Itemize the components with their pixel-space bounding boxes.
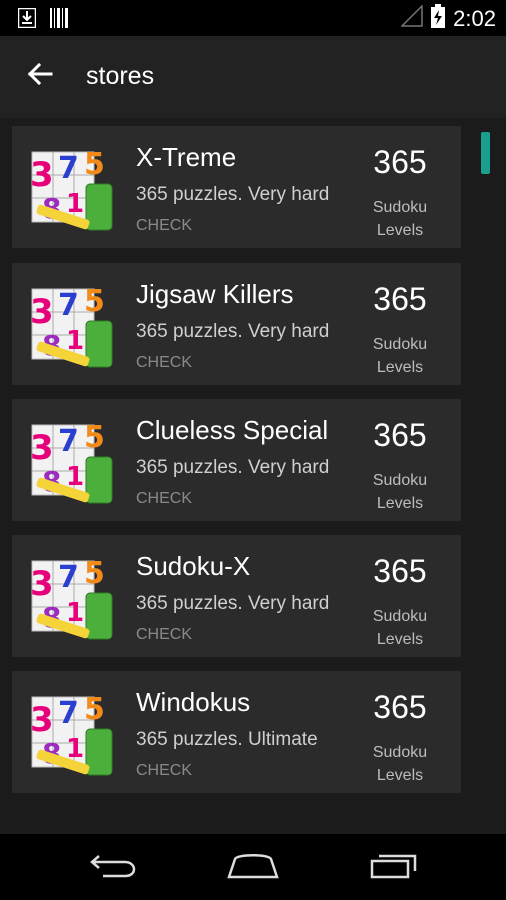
level-count: 365: [373, 689, 427, 725]
check-button[interactable]: CHECK: [136, 762, 192, 780]
page-title: stores: [86, 62, 155, 90]
unit-line-2: Levels: [376, 631, 424, 648]
download-icon: [17, 7, 37, 33]
store-list[interactable]: 3 7 5 8 1 X-Treme 365 puzzles. Very hard…: [0, 118, 506, 834]
svg-text:5: 5: [84, 420, 105, 455]
store-title: Jigsaw Killers: [136, 279, 294, 309]
status-notifications: [17, 7, 68, 33]
store-title: Sudoku-X: [136, 551, 251, 581]
unit-line-2: Levels: [376, 495, 424, 512]
unit-line-1: Sudoku: [372, 199, 428, 216]
level-count: 365: [373, 417, 427, 453]
navigation-bar: [0, 834, 506, 900]
store-description: 365 puzzles. Ultimate: [136, 729, 318, 750]
barcode-icon: [50, 8, 68, 33]
store-title: Windokus: [136, 687, 251, 717]
back-nav-icon: [89, 852, 137, 883]
check-button[interactable]: CHECK: [136, 490, 192, 508]
unit-line-1: Sudoku: [372, 744, 428, 761]
sudoku-app-icon: 3 7 5 8 1: [28, 277, 118, 371]
store-description: 365 puzzles. Very hard: [136, 457, 330, 478]
clock: 2:02: [453, 5, 496, 31]
svg-text:7: 7: [58, 151, 79, 186]
back-button[interactable]: [18, 56, 62, 96]
svg-text:5: 5: [84, 284, 105, 319]
app-bar: stores: [0, 36, 506, 118]
sudoku-app-icon: 3 7 5 8 1: [28, 549, 118, 643]
scrollbar-thumb[interactable]: [481, 132, 490, 174]
level-count: 365: [373, 281, 427, 317]
battery-charging-icon: [431, 4, 446, 33]
level-units: Sudoku Levels: [352, 605, 448, 651]
nav-back-button[interactable]: [77, 846, 149, 888]
signal-icon: [400, 4, 423, 32]
list-item[interactable]: 3 7 5 8 1 Clueless Special 365 puzzles. …: [12, 399, 461, 521]
level-units: Sudoku Levels: [352, 741, 448, 787]
list-item[interactable]: 3 7 5 8 1 Windokus 365 puzzles. Ultimate…: [12, 671, 461, 793]
unit-line-2: Levels: [376, 359, 424, 376]
back-arrow-icon: [27, 62, 53, 90]
svg-text:7: 7: [58, 696, 79, 731]
svg-text:3: 3: [30, 428, 54, 468]
svg-text:5: 5: [84, 556, 105, 591]
svg-text:7: 7: [58, 288, 79, 323]
list-item[interactable]: 3 7 5 8 1 Sudoku-X 365 puzzles. Very har…: [12, 535, 461, 657]
unit-line-2: Levels: [376, 767, 424, 784]
level-units: Sudoku Levels: [352, 196, 448, 242]
status-system: 2:02: [400, 4, 496, 33]
check-button[interactable]: CHECK: [136, 354, 192, 372]
svg-text:7: 7: [58, 560, 79, 595]
unit-line-2: Levels: [376, 222, 424, 239]
svg-text:5: 5: [84, 147, 105, 182]
nav-home-button[interactable]: [217, 846, 289, 888]
svg-text:3: 3: [30, 292, 54, 332]
store-title: Clueless Special: [136, 415, 329, 445]
unit-line-1: Sudoku: [372, 608, 428, 625]
store-description: 365 puzzles. Very hard: [136, 321, 330, 342]
svg-text:7: 7: [58, 424, 79, 459]
level-units: Sudoku Levels: [352, 469, 448, 515]
level-count: 365: [373, 144, 427, 180]
check-button[interactable]: CHECK: [136, 626, 192, 644]
level-units: Sudoku Levels: [352, 333, 448, 379]
check-button[interactable]: CHECK: [136, 217, 192, 235]
home-nav-icon: [225, 851, 281, 884]
unit-line-1: Sudoku: [372, 472, 428, 489]
list-item[interactable]: 3 7 5 8 1 Jigsaw Killers 365 puzzles. Ve…: [12, 263, 461, 385]
svg-text:3: 3: [30, 155, 54, 195]
svg-text:3: 3: [30, 564, 54, 604]
recents-nav-icon: [370, 851, 420, 884]
status-bar: 2:02: [0, 0, 506, 36]
sudoku-app-icon: 3 7 5 8 1: [28, 413, 118, 507]
list-item[interactable]: 3 7 5 8 1 X-Treme 365 puzzles. Very hard…: [12, 126, 461, 248]
store-title: X-Treme: [136, 142, 237, 172]
nav-recents-button[interactable]: [359, 846, 431, 888]
sudoku-app-icon: 3 7 5 8 1: [28, 140, 118, 234]
store-description: 365 puzzles. Very hard: [136, 184, 330, 205]
svg-text:5: 5: [84, 692, 105, 727]
svg-text:3: 3: [30, 700, 54, 740]
store-description: 365 puzzles. Very hard: [136, 593, 330, 614]
level-count: 365: [373, 553, 427, 589]
unit-line-1: Sudoku: [372, 336, 428, 353]
sudoku-app-icon: 3 7 5 8 1: [28, 685, 118, 779]
